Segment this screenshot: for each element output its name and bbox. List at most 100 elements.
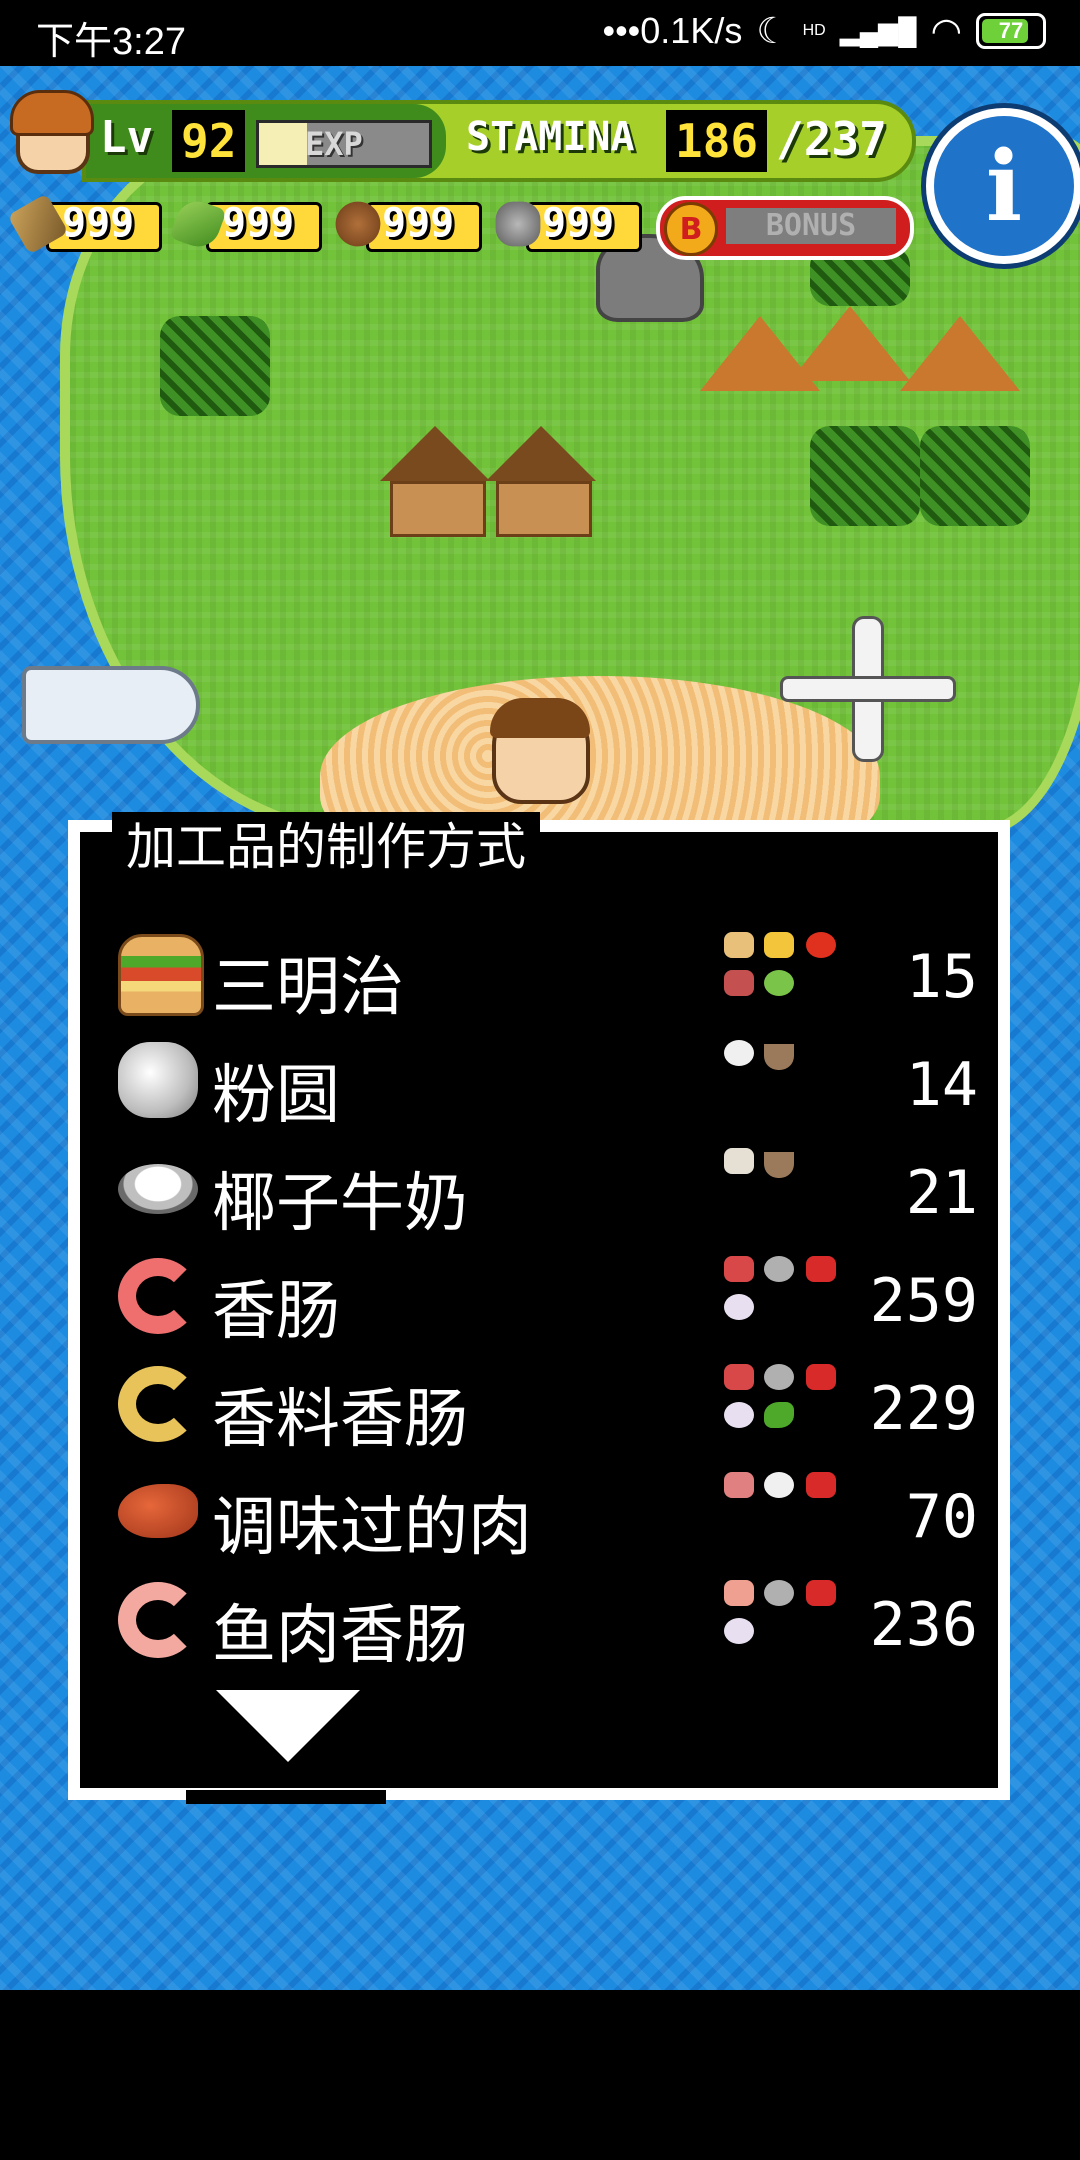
bush-right-2 bbox=[920, 426, 1030, 526]
tapioca-icon bbox=[118, 1042, 198, 1118]
garlic-icon bbox=[724, 1402, 754, 1428]
exp-bar: EXP bbox=[256, 120, 432, 168]
signal-icon: ▂▄▆█ bbox=[839, 15, 917, 46]
bush-left bbox=[160, 316, 270, 416]
status-bar: 下午3:27 •••0.1K/s ☾ HD ▂▄▆█ ◠ 77 bbox=[0, 0, 1080, 66]
network-speed: •••0.1K/s bbox=[602, 10, 743, 51]
ingredient-icons bbox=[724, 932, 854, 1016]
resource-stone-value: 999 bbox=[542, 200, 615, 246]
sandwich-icon bbox=[118, 934, 204, 1016]
garlic-icon bbox=[724, 1294, 754, 1320]
stamina-current: 186 bbox=[666, 110, 768, 172]
hill-2 bbox=[790, 306, 910, 381]
ingredient-icons bbox=[724, 1256, 854, 1340]
ingredient-icons bbox=[724, 1580, 854, 1664]
bonus-coin-icon: B bbox=[664, 202, 718, 256]
bowl-icon bbox=[764, 1044, 794, 1070]
scroll-down-arrow-icon[interactable] bbox=[216, 1690, 360, 1762]
recipe-row[interactable]: 鱼肉香肠 236 bbox=[118, 1568, 978, 1676]
spice-sausage-icon bbox=[118, 1366, 198, 1442]
recipe-count: 70 bbox=[905, 1482, 978, 1552]
recipe-row[interactable]: 椰子牛奶 21 bbox=[118, 1136, 978, 1244]
recipe-name: 香肠 bbox=[212, 1275, 340, 1349]
nut-icon bbox=[335, 201, 381, 247]
intestine-icon bbox=[764, 1364, 794, 1390]
hd-label: HD bbox=[802, 22, 826, 39]
level-value: 92 bbox=[172, 110, 246, 172]
stamina-label: STAMINA bbox=[466, 114, 635, 160]
red-meat-icon bbox=[806, 1580, 836, 1606]
level-block: Lv 92 EXP bbox=[86, 104, 446, 178]
recipe-count: 259 bbox=[869, 1266, 978, 1336]
hut-2[interactable] bbox=[486, 426, 596, 537]
tomato-icon bbox=[806, 932, 836, 958]
boat[interactable] bbox=[22, 666, 200, 744]
fish-icon bbox=[724, 1580, 754, 1606]
battery-level: 77 bbox=[998, 18, 1024, 43]
seasoned-meat-icon bbox=[118, 1484, 198, 1538]
resource-nut-value: 999 bbox=[382, 200, 455, 246]
resource-grass-value: 999 bbox=[222, 200, 295, 246]
recipe-list: 三明治 15 粉圆 14 椰子牛奶 21 香肠 259 香料香肠 229 调味过… bbox=[118, 920, 978, 1676]
resource-nut: 999 bbox=[330, 196, 482, 252]
recipe-count: 15 bbox=[905, 942, 978, 1012]
ingredient-icons bbox=[724, 1040, 854, 1124]
exp-fill bbox=[259, 123, 307, 165]
coconut-icon bbox=[724, 1148, 754, 1174]
panel-gap bbox=[186, 1790, 386, 1804]
meat-icon bbox=[724, 970, 754, 996]
bottom-bar bbox=[0, 1990, 1080, 2160]
stone-icon bbox=[495, 201, 541, 247]
panel-title: 加工品的制作方式 bbox=[112, 812, 540, 882]
raw-meat-icon bbox=[724, 1364, 754, 1390]
ingredient-icons bbox=[724, 1364, 854, 1448]
coconut-milk-icon bbox=[118, 1164, 198, 1214]
status-icons: •••0.1K/s ☾ HD ▂▄▆█ ◠ 77 bbox=[602, 10, 1046, 52]
recipe-count: 229 bbox=[869, 1374, 978, 1444]
stamina-max: /237 bbox=[776, 112, 887, 166]
bowl-icon bbox=[764, 1152, 794, 1178]
recipe-row[interactable]: 调味过的肉 70 bbox=[118, 1460, 978, 1568]
bread-icon bbox=[724, 932, 754, 958]
resource-grass: 999 bbox=[169, 195, 322, 253]
herb-icon bbox=[764, 1402, 794, 1428]
recipe-count: 21 bbox=[905, 1158, 978, 1228]
recipe-row[interactable]: 香肠 259 bbox=[118, 1244, 978, 1352]
recipe-count: 14 bbox=[905, 1050, 978, 1120]
meat-slice-icon bbox=[724, 1472, 754, 1498]
exp-label: EXP bbox=[305, 125, 363, 163]
recipe-row[interactable]: 香料香肠 229 bbox=[118, 1352, 978, 1460]
resource-wood-value: 999 bbox=[62, 200, 135, 246]
airplane[interactable] bbox=[780, 606, 956, 766]
recipe-count: 236 bbox=[869, 1590, 978, 1660]
resource-stone: 999 bbox=[490, 196, 642, 252]
recipe-row[interactable]: 三明治 15 bbox=[118, 920, 978, 1028]
red-meat-icon bbox=[806, 1364, 836, 1390]
status-time: 下午3:27 bbox=[36, 21, 186, 63]
bonus-label: BONUS bbox=[726, 208, 896, 244]
level-label: Lv bbox=[100, 112, 153, 163]
recipe-name: 粉圆 bbox=[212, 1059, 340, 1133]
intestine-icon bbox=[764, 1256, 794, 1282]
salt-icon bbox=[764, 1472, 794, 1498]
hill-3 bbox=[900, 316, 1020, 391]
battery-icon: 77 bbox=[976, 13, 1046, 49]
player-avatar[interactable] bbox=[8, 84, 94, 174]
hut-1[interactable] bbox=[380, 426, 490, 537]
recipe-name: 调味过的肉 bbox=[212, 1491, 532, 1565]
bush-right-1 bbox=[810, 426, 920, 526]
resource-bar: 999 999 999 999 bbox=[7, 193, 642, 255]
recipe-name: 香料香肠 bbox=[212, 1383, 468, 1457]
recipe-name: 三明治 bbox=[212, 951, 404, 1025]
garlic-icon bbox=[724, 1618, 754, 1644]
info-button[interactable]: i bbox=[926, 108, 1080, 264]
cabbage-icon bbox=[764, 970, 794, 996]
ingredient-icons bbox=[724, 1148, 854, 1232]
cheese-icon bbox=[764, 932, 794, 958]
recipe-row[interactable]: 粉圆 14 bbox=[118, 1028, 978, 1136]
raw-meat-icon bbox=[724, 1256, 754, 1282]
red-meat-icon bbox=[806, 1256, 836, 1282]
wifi-icon: ◠ bbox=[930, 10, 962, 51]
bonus-button[interactable]: B BONUS bbox=[656, 196, 914, 260]
ingredient-icons bbox=[724, 1472, 854, 1556]
